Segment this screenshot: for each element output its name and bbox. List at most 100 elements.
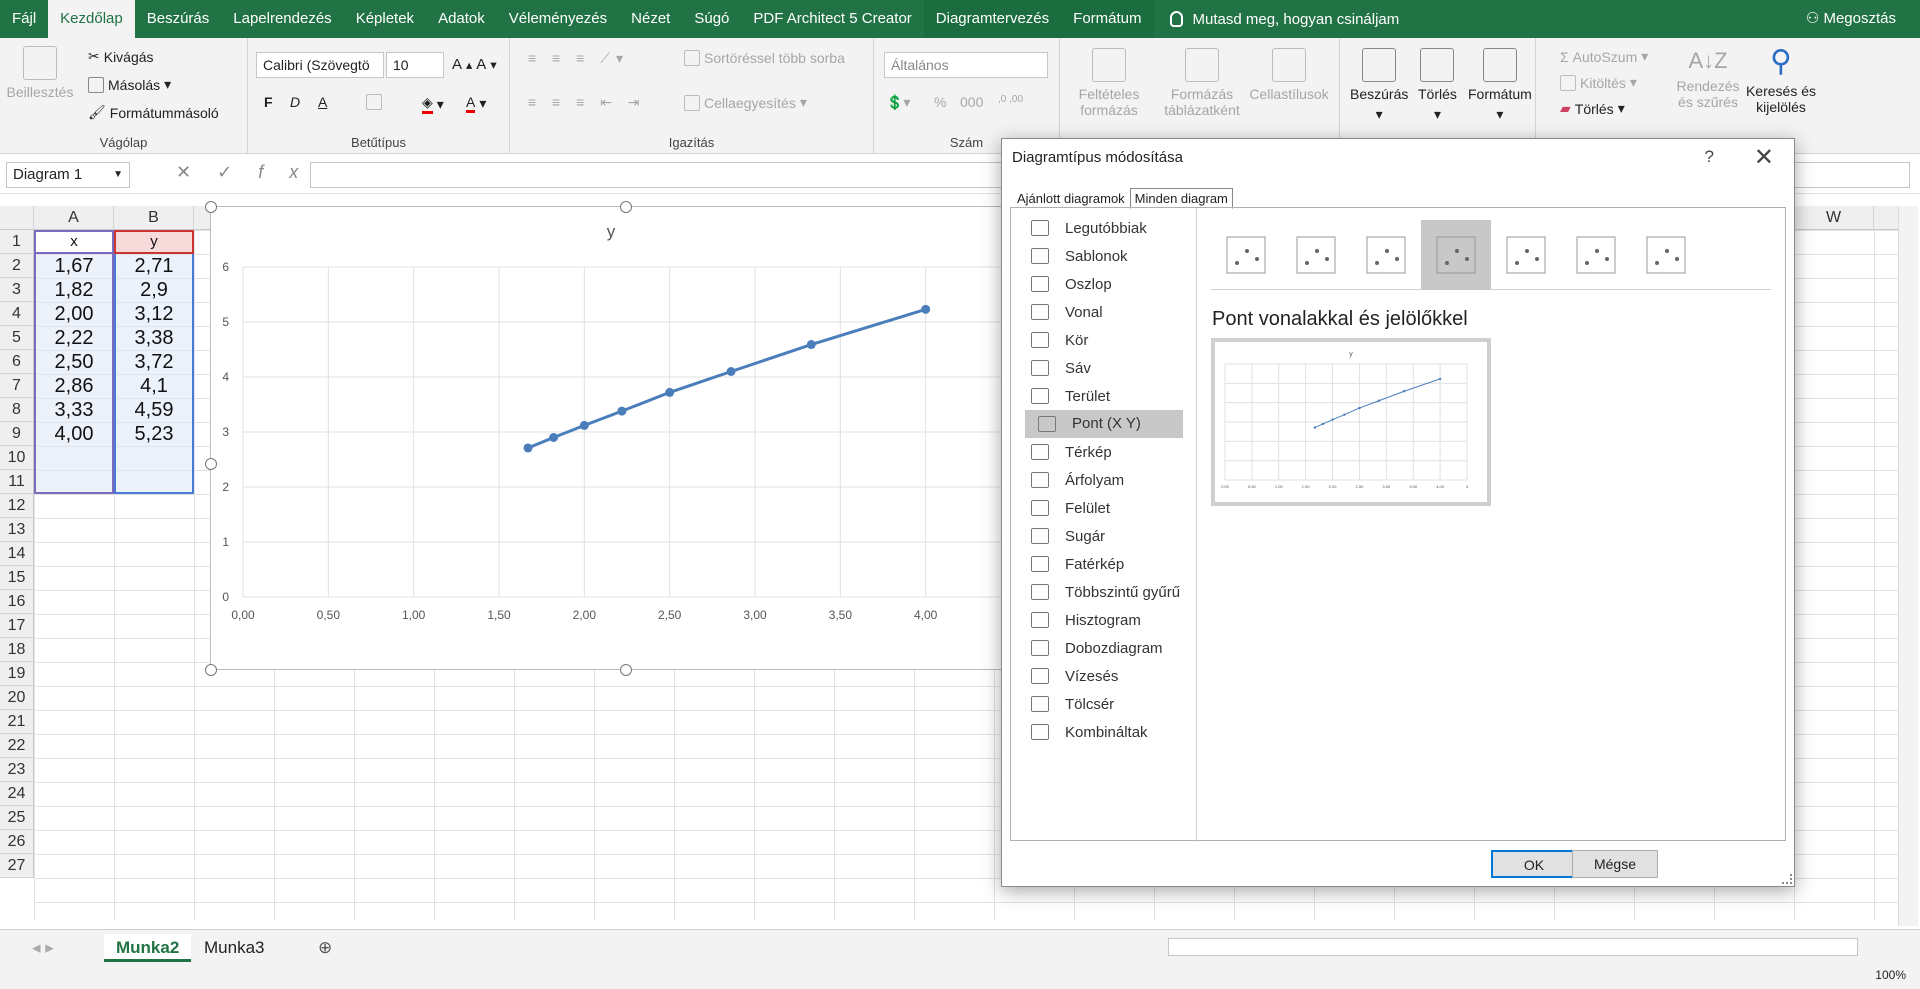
chart-subtype-icon[interactable]: [1561, 220, 1631, 290]
chart-type-item[interactable]: Terület: [1025, 382, 1183, 410]
row-header[interactable]: 27: [0, 854, 33, 878]
column-header-w[interactable]: W: [1794, 206, 1874, 230]
underline-button[interactable]: A: [318, 94, 327, 110]
copy-button[interactable]: Másolás ▾: [88, 76, 171, 93]
percent-button[interactable]: %: [934, 94, 946, 110]
cell-value[interactable]: 2,00: [34, 302, 114, 326]
number-format-select[interactable]: Általános: [884, 52, 1048, 78]
row-header[interactable]: 9: [0, 422, 33, 446]
row-header[interactable]: 15: [0, 566, 33, 590]
conditional-format-button[interactable]: Feltételes formázás: [1070, 48, 1148, 118]
sheet-nav-arrows[interactable]: ◂ ▸: [20, 934, 66, 962]
chart-preview[interactable]: y01234560,000,501,001,502,002,503,003,50…: [1209, 338, 1491, 506]
chart-subtype-icon[interactable]: [1491, 220, 1561, 290]
cell-value[interactable]: 3,72: [114, 350, 194, 374]
horizontal-align-buttons[interactable]: ≡ ≡ ≡ ⇤ ⇥: [528, 94, 646, 111]
cell-value[interactable]: 2,71: [114, 254, 194, 278]
font-color-button[interactable]: A ▾: [466, 94, 486, 113]
cancel-icon[interactable]: ✕: [176, 162, 217, 182]
select-all-corner[interactable]: [0, 206, 34, 230]
chart-subtype-icon[interactable]: [1281, 220, 1351, 290]
resize-handle[interactable]: [620, 201, 632, 213]
merge-button[interactable]: Cellaegyesítés ▾: [684, 94, 807, 111]
tab-file[interactable]: Fájl: [0, 0, 48, 38]
horizontal-scrollbar[interactable]: [1168, 938, 1858, 956]
chart-type-item[interactable]: Vonal: [1025, 298, 1183, 326]
tab-insert[interactable]: Beszúrás: [135, 0, 222, 38]
row-header[interactable]: 18: [0, 638, 33, 662]
row-header[interactable]: 8: [0, 398, 33, 422]
chart-subtype-icon[interactable]: [1211, 220, 1281, 290]
name-box[interactable]: Diagram 1 ▼: [6, 162, 130, 188]
chart-type-item[interactable]: Árfolyam: [1025, 466, 1183, 494]
cell-value[interactable]: 1,82: [34, 278, 114, 302]
chart-type-item[interactable]: Vízesés: [1025, 662, 1183, 690]
row-header[interactable]: 24: [0, 782, 33, 806]
vertical-scrollbar[interactable]: [1898, 206, 1918, 926]
chart-type-item[interactable]: Kör: [1025, 326, 1183, 354]
close-icon[interactable]: ✕: [1754, 143, 1774, 172]
cell-value[interactable]: 4,00: [34, 422, 114, 446]
chart-type-item[interactable]: Többszintű gyűrű: [1025, 578, 1183, 606]
chart-type-item[interactable]: Sáv: [1025, 354, 1183, 382]
row-header[interactable]: 14: [0, 542, 33, 566]
chart-type-item[interactable]: Oszlop: [1025, 270, 1183, 298]
format-cells-button[interactable]: Formátum ▾: [1468, 48, 1532, 123]
grow-font-button[interactable]: A ▴ A ▾: [452, 56, 497, 73]
font-name-select[interactable]: Calibri (Szövegtö: [256, 52, 384, 78]
resize-handle[interactable]: [205, 201, 217, 213]
thousands-button[interactable]: 000: [960, 94, 983, 110]
tab-page-layout[interactable]: Lapelrendezés: [221, 0, 343, 38]
sort-filter-button[interactable]: A↓Z Rendezés és szűrés: [1670, 48, 1746, 110]
add-sheet-icon[interactable]: ⊕: [306, 934, 344, 962]
row-header[interactable]: 13: [0, 518, 33, 542]
chart-type-item[interactable]: Legutóbbiak: [1025, 214, 1183, 242]
row-header[interactable]: 21: [0, 710, 33, 734]
tell-me-box[interactable]: Mutasd meg, hogyan csináljam: [1169, 11, 1399, 28]
tab-format[interactable]: Formátum: [1061, 0, 1154, 38]
chart-type-item[interactable]: Felület: [1025, 494, 1183, 522]
wrap-text-button[interactable]: Sortöréssel több sorba: [684, 50, 845, 66]
insert-cells-button[interactable]: Beszúrás ▾: [1350, 48, 1408, 123]
tab-data[interactable]: Adatok: [426, 0, 497, 38]
cell-value[interactable]: y: [114, 230, 194, 254]
currency-button[interactable]: 💲▾: [886, 94, 910, 111]
cell-value[interactable]: 2,9: [114, 278, 194, 302]
tab-review[interactable]: Véleményezés: [497, 0, 619, 38]
tab-all-charts[interactable]: Minden diagram: [1129, 188, 1233, 209]
fill-button[interactable]: Kitöltés ▾: [1560, 74, 1637, 91]
row-header[interactable]: 5: [0, 326, 33, 350]
tab-pdf-architect[interactable]: PDF Architect 5 Creator: [741, 0, 923, 38]
resize-handle[interactable]: [205, 664, 217, 676]
chart-object[interactable]: y 0 1 2 3 4 5 6 0,00 0,50 1,00 1,50 2,00 2,50 3,00 3,50…: [210, 206, 1015, 670]
row-header[interactable]: 3: [0, 278, 33, 302]
row-header[interactable]: 26: [0, 830, 33, 854]
column-header-a[interactable]: A: [34, 206, 114, 230]
row-header[interactable]: 10: [0, 446, 33, 470]
tab-home[interactable]: Kezdőlap: [48, 0, 135, 38]
cell-value[interactable]: 4,1: [114, 374, 194, 398]
chart-type-item[interactable]: Sugár: [1025, 522, 1183, 550]
chart-type-item[interactable]: Fatérkép: [1025, 550, 1183, 578]
chart-type-item[interactable]: Sablonok: [1025, 242, 1183, 270]
cell-value[interactable]: 3,38: [114, 326, 194, 350]
row-header[interactable]: 6: [0, 350, 33, 374]
sheet-tab-munka2[interactable]: Munka2: [104, 934, 192, 962]
cell-styles-button[interactable]: Cellastílusok: [1242, 48, 1336, 102]
row-header[interactable]: 2: [0, 254, 33, 278]
chart-subtype-icon[interactable]: [1421, 220, 1491, 290]
chart-type-item[interactable]: Dobozdiagram: [1025, 634, 1183, 662]
cell-value[interactable]: 2,22: [34, 326, 114, 350]
resize-handle[interactable]: [620, 664, 632, 676]
cell-value[interactable]: 5,23: [114, 422, 194, 446]
format-table-button[interactable]: Formázás táblázatként: [1160, 48, 1244, 118]
row-header[interactable]: 25: [0, 806, 33, 830]
row-header[interactable]: 23: [0, 758, 33, 782]
chart-type-item[interactable]: Hisztogram: [1025, 606, 1183, 634]
row-header[interactable]: 1: [0, 230, 33, 254]
chart-type-item[interactable]: Kombináltak: [1025, 718, 1183, 746]
italic-button[interactable]: D: [290, 94, 300, 110]
row-header[interactable]: 4: [0, 302, 33, 326]
row-header[interactable]: 11: [0, 470, 33, 494]
sheet-tab-munka3[interactable]: Munka3: [192, 934, 276, 962]
